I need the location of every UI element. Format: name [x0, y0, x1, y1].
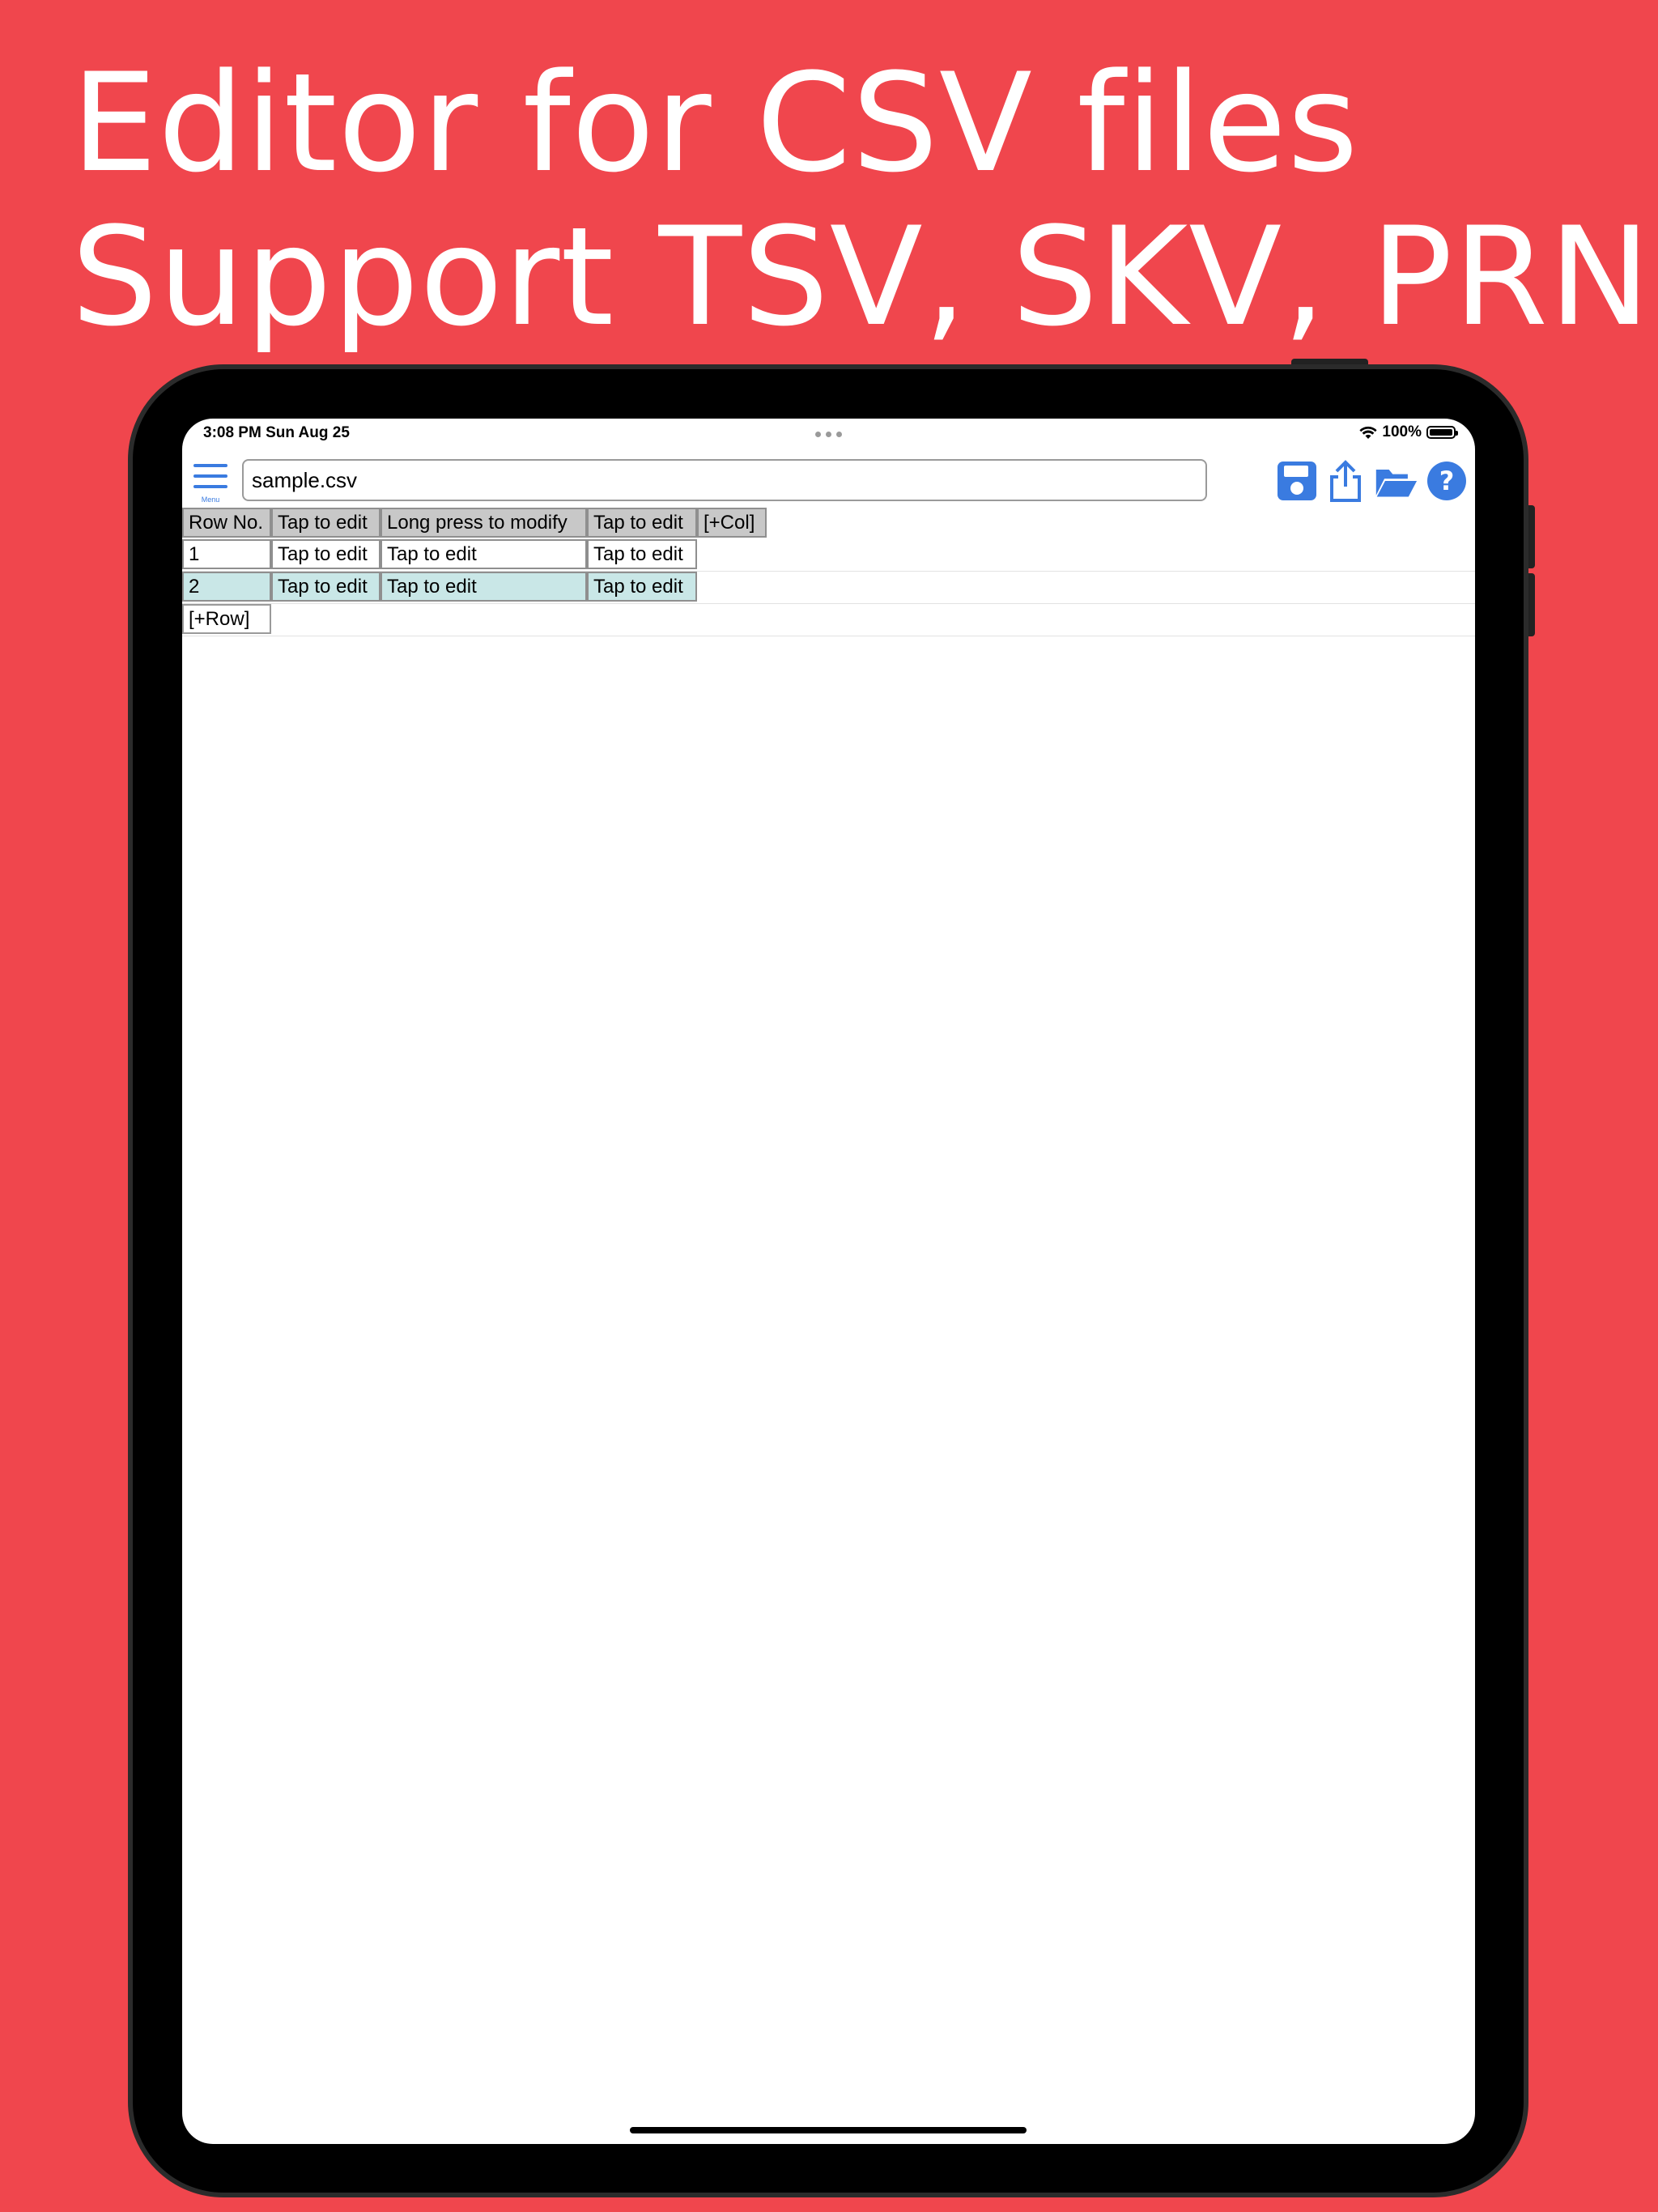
table-cell[interactable]: Tap to edit: [271, 539, 380, 569]
status-right: 100%: [1359, 423, 1458, 441]
header-cell-col3[interactable]: Tap to edit: [587, 508, 697, 538]
add-row-line: [+Row]: [182, 604, 1475, 636]
multitasking-dots-icon[interactable]: [815, 432, 842, 437]
share-icon[interactable]: [1324, 459, 1367, 503]
device-volume-down-button: [1528, 573, 1535, 636]
table-cell[interactable]: Tap to edit: [587, 572, 697, 602]
header-row: Row No. Tap to edit Long press to modify…: [182, 508, 1475, 539]
table-cell[interactable]: Tap to edit: [380, 572, 587, 602]
header-cell-row-no[interactable]: Row No.: [182, 508, 271, 538]
csv-grid: Row No. Tap to edit Long press to modify…: [182, 508, 1475, 636]
status-time-date: 3:08 PM Sun Aug 25: [203, 424, 350, 441]
open-folder-icon[interactable]: [1374, 459, 1418, 503]
svg-text:?: ?: [1439, 466, 1455, 496]
toolbar: Menu ?: [182, 454, 1475, 504]
add-column-button[interactable]: [+Col]: [697, 508, 767, 538]
save-icon[interactable]: [1275, 459, 1319, 503]
help-icon[interactable]: ?: [1425, 459, 1469, 503]
table-cell[interactable]: Tap to edit: [271, 572, 380, 602]
app-screen: 3:08 PM Sun Aug 25 100% Menu sample.csv …: [182, 419, 1475, 2144]
menu-button[interactable]: Menu: [192, 459, 229, 504]
header-cell-col2[interactable]: Long press to modify: [380, 508, 587, 538]
promo-headline-2: Support TSV, SKV, PRN: [71, 198, 1652, 356]
battery-icon: [1426, 426, 1458, 439]
table-cell[interactable]: Tap to edit: [380, 539, 587, 569]
wifi-icon: [1359, 426, 1377, 439]
status-bar: 3:08 PM Sun Aug 25 100%: [182, 419, 1475, 451]
header-cell-col1[interactable]: Tap to edit: [271, 508, 380, 538]
add-row-button[interactable]: [+Row]: [182, 604, 271, 634]
table-row: 1 Tap to edit Tap to edit Tap to edit: [182, 539, 1475, 572]
table-row: 2 Tap to edit Tap to edit Tap to edit: [182, 572, 1475, 604]
menu-label: Menu: [201, 496, 220, 504]
row-number-cell[interactable]: 1: [182, 539, 271, 569]
home-indicator[interactable]: [630, 2127, 1027, 2133]
file-name-input[interactable]: [242, 459, 1207, 501]
row-number-cell[interactable]: 2: [182, 572, 271, 602]
device-volume-up-button: [1528, 505, 1535, 568]
battery-percent: 100%: [1382, 423, 1422, 440]
table-cell[interactable]: Tap to edit: [587, 539, 697, 569]
promo-headline-1: Editor for CSV files: [71, 44, 1359, 202]
